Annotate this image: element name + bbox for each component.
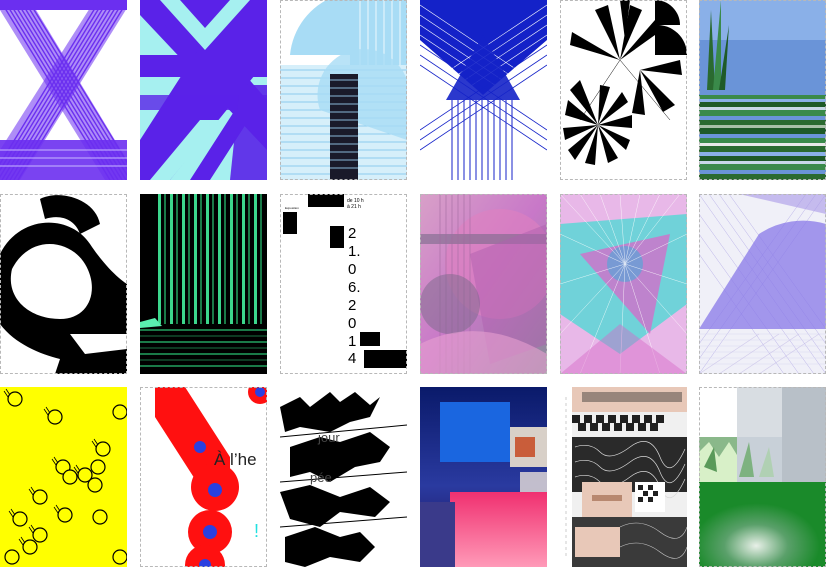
poster-9-artwork: de 10 h à 21 h Exposition 2 1. 0 6. 2 0 … — [280, 194, 407, 374]
poster-thumbnail-11[interactable] — [560, 194, 687, 374]
poster-9-date-char: 0 — [348, 261, 356, 278]
poster-9-time-line2: à 21 h — [347, 204, 361, 210]
poster-9-date-char: 1. — [348, 243, 361, 260]
poster-15-word1: jour — [317, 430, 340, 445]
poster-12-artwork — [699, 194, 826, 374]
poster-9-small-label: Exposition — [285, 206, 299, 210]
poster-thumbnail-1[interactable] — [0, 0, 127, 180]
poster-13-artwork — [0, 387, 127, 567]
poster-18-artwork — [699, 387, 826, 567]
poster-9-date-char: 2 — [348, 297, 356, 314]
poster-11-artwork — [560, 194, 687, 374]
poster-thumbnail-6[interactable] — [699, 0, 826, 180]
poster-6-artwork — [699, 0, 826, 180]
poster-2-artwork — [140, 0, 267, 180]
poster-5-artwork — [560, 0, 687, 180]
poster-thumbnail-13[interactable] — [0, 387, 127, 567]
poster-thumbnail-18[interactable] — [699, 387, 826, 567]
poster-thumbnail-12[interactable] — [699, 194, 826, 374]
poster-thumbnail-7[interactable] — [0, 194, 127, 374]
poster-3-artwork — [280, 0, 407, 180]
poster-thumbnail-14[interactable]: À l’he ! — [140, 387, 267, 567]
poster-9-date-char: 0 — [348, 315, 356, 332]
poster-1-artwork — [0, 0, 127, 180]
poster-10-artwork — [420, 194, 547, 374]
poster-9-date-char: 2 — [348, 225, 356, 242]
poster-15-word2: pée — [310, 470, 332, 485]
poster-thumbnail-10[interactable] — [420, 194, 547, 374]
poster-14-exclaim: ! — [254, 521, 259, 541]
poster-17-artwork — [560, 387, 687, 567]
poster-thumbnail-4[interactable] — [420, 0, 547, 180]
poster-7-artwork — [0, 194, 127, 374]
poster-thumbnail-15[interactable]: jour pée — [280, 387, 407, 567]
poster-16-artwork — [420, 387, 547, 567]
poster-gallery: de 10 h à 21 h Exposition 2 1. 0 6. 2 0 … — [0, 0, 826, 567]
poster-9-date-char: 4 — [348, 350, 356, 367]
poster-9-date-char: 1 — [348, 333, 356, 350]
poster-thumbnail-3[interactable] — [280, 0, 407, 180]
poster-thumbnail-8[interactable] — [140, 194, 267, 374]
poster-thumbnail-17[interactable] — [560, 387, 687, 567]
poster-15-artwork: jour pée — [280, 387, 407, 567]
poster-14-artwork: À l’he ! — [140, 387, 267, 567]
poster-thumbnail-2[interactable] — [140, 0, 267, 180]
poster-4-artwork — [420, 0, 547, 180]
poster-8-artwork — [140, 194, 267, 374]
poster-thumbnail-9[interactable]: de 10 h à 21 h Exposition 2 1. 0 6. 2 0 … — [280, 194, 407, 374]
poster-thumbnail-16[interactable] — [420, 387, 547, 567]
poster-14-headline: À l’he — [214, 450, 257, 469]
poster-9-date-char: 6. — [348, 279, 361, 296]
poster-thumbnail-5[interactable] — [560, 0, 687, 180]
